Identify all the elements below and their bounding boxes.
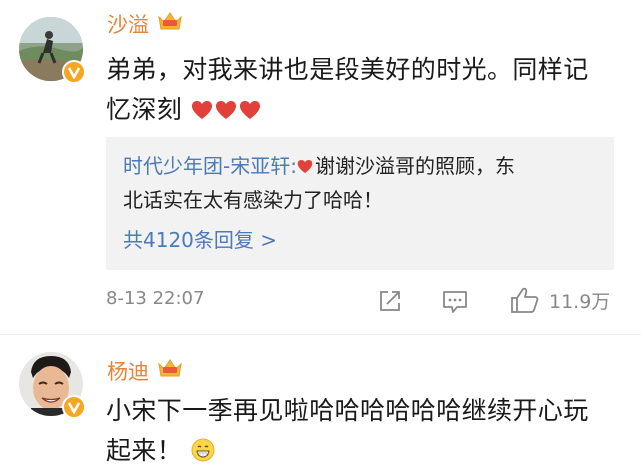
crown-badge-icon	[158, 12, 182, 30]
comment-text: 小宋下一季再见啦哈哈哈哈哈哈继续开心玩 起来！	[106, 391, 626, 471]
reply-preview[interactable]: 时代少年团-宋亚轩: 谢谢沙溢哥的照顾，东 北话实在太有感染力了哈哈！ 共4120…	[106, 137, 614, 270]
like-icon[interactable]	[510, 286, 540, 314]
comment-text-tail: 忆深刻	[106, 95, 183, 124]
verified-v-icon	[62, 60, 86, 84]
comment-item: 沙溢 弟弟，对我来讲也是段美好的时光。同样记 忆深刻 时代少年团-宋亚轩: 谢谢沙…	[0, 0, 641, 340]
crown-badge-icon	[158, 359, 182, 377]
heart-icon	[191, 101, 212, 119]
reply-count-link[interactable]: 共4120条回复 >	[123, 224, 277, 253]
grin-emoji-icon	[191, 438, 215, 462]
comment-text: 弟弟，对我来讲也是段美好的时光。同样记 忆深刻	[106, 50, 626, 130]
comment-text-tail: 起来！	[106, 436, 183, 465]
heart-icon	[239, 101, 260, 119]
reply-text: 时代少年团-宋亚轩: 谢谢沙溢哥的照顾，东 北话实在太有感染力了哈哈！	[123, 149, 603, 217]
reply-body: 谢谢沙溢哥的照顾，东	[314, 154, 515, 178]
verified-v-icon	[62, 395, 86, 419]
comment-text-line: 起来！	[106, 431, 626, 471]
avatar[interactable]	[19, 17, 86, 84]
username[interactable]: 杨迪	[107, 356, 149, 386]
comment-icon[interactable]	[442, 290, 468, 314]
comment-item: 杨迪 小宋下一季再见啦哈哈哈哈哈哈继续开心玩 起来！	[0, 340, 641, 471]
comment-text-line: 小宋下一季再见啦哈哈哈哈哈哈继续开心玩	[106, 396, 589, 425]
like-count: 11.9万	[549, 291, 611, 313]
comment-text-line: 忆深刻	[106, 90, 626, 130]
comment-text-line: 弟弟，对我来讲也是段美好的时光。同样记	[106, 55, 589, 84]
comment-time: 8-13 22:07	[106, 288, 205, 309]
avatar[interactable]	[19, 352, 86, 419]
username[interactable]: 沙溢	[107, 9, 149, 39]
reply-body: 北话实在太有感染力了哈哈！	[123, 188, 383, 212]
divider	[0, 334, 641, 335]
heart-icon	[215, 101, 236, 119]
heart-icon	[297, 159, 313, 174]
share-icon[interactable]	[378, 289, 402, 313]
reply-author[interactable]: 时代少年团-宋亚轩:	[123, 154, 297, 178]
